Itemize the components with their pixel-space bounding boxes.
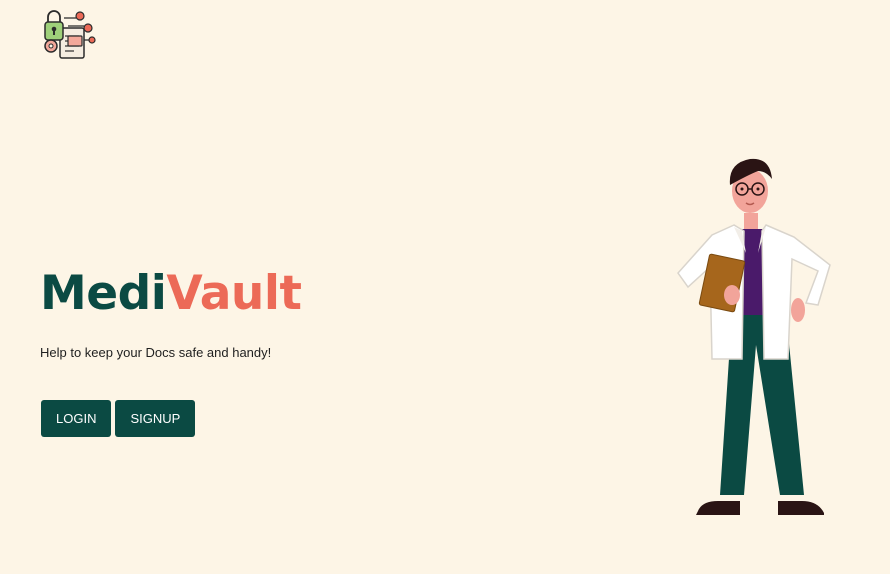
brand-title: MediVault xyxy=(40,270,302,317)
tagline: Help to keep your Docs safe and handy! xyxy=(40,345,272,360)
doctor-illustration xyxy=(677,158,831,515)
signup-button[interactable]: SIGNUP xyxy=(115,400,196,437)
auth-buttons: LOGIN SIGNUP xyxy=(41,400,196,437)
brand-title-part-medi: Medi xyxy=(40,266,167,321)
landing-page: MediVault Help to keep your Docs safe an… xyxy=(0,0,890,574)
brand-title-part-vault: Vault xyxy=(166,266,302,321)
login-button[interactable]: LOGIN xyxy=(41,400,112,437)
medivault-logo-icon xyxy=(44,10,96,59)
